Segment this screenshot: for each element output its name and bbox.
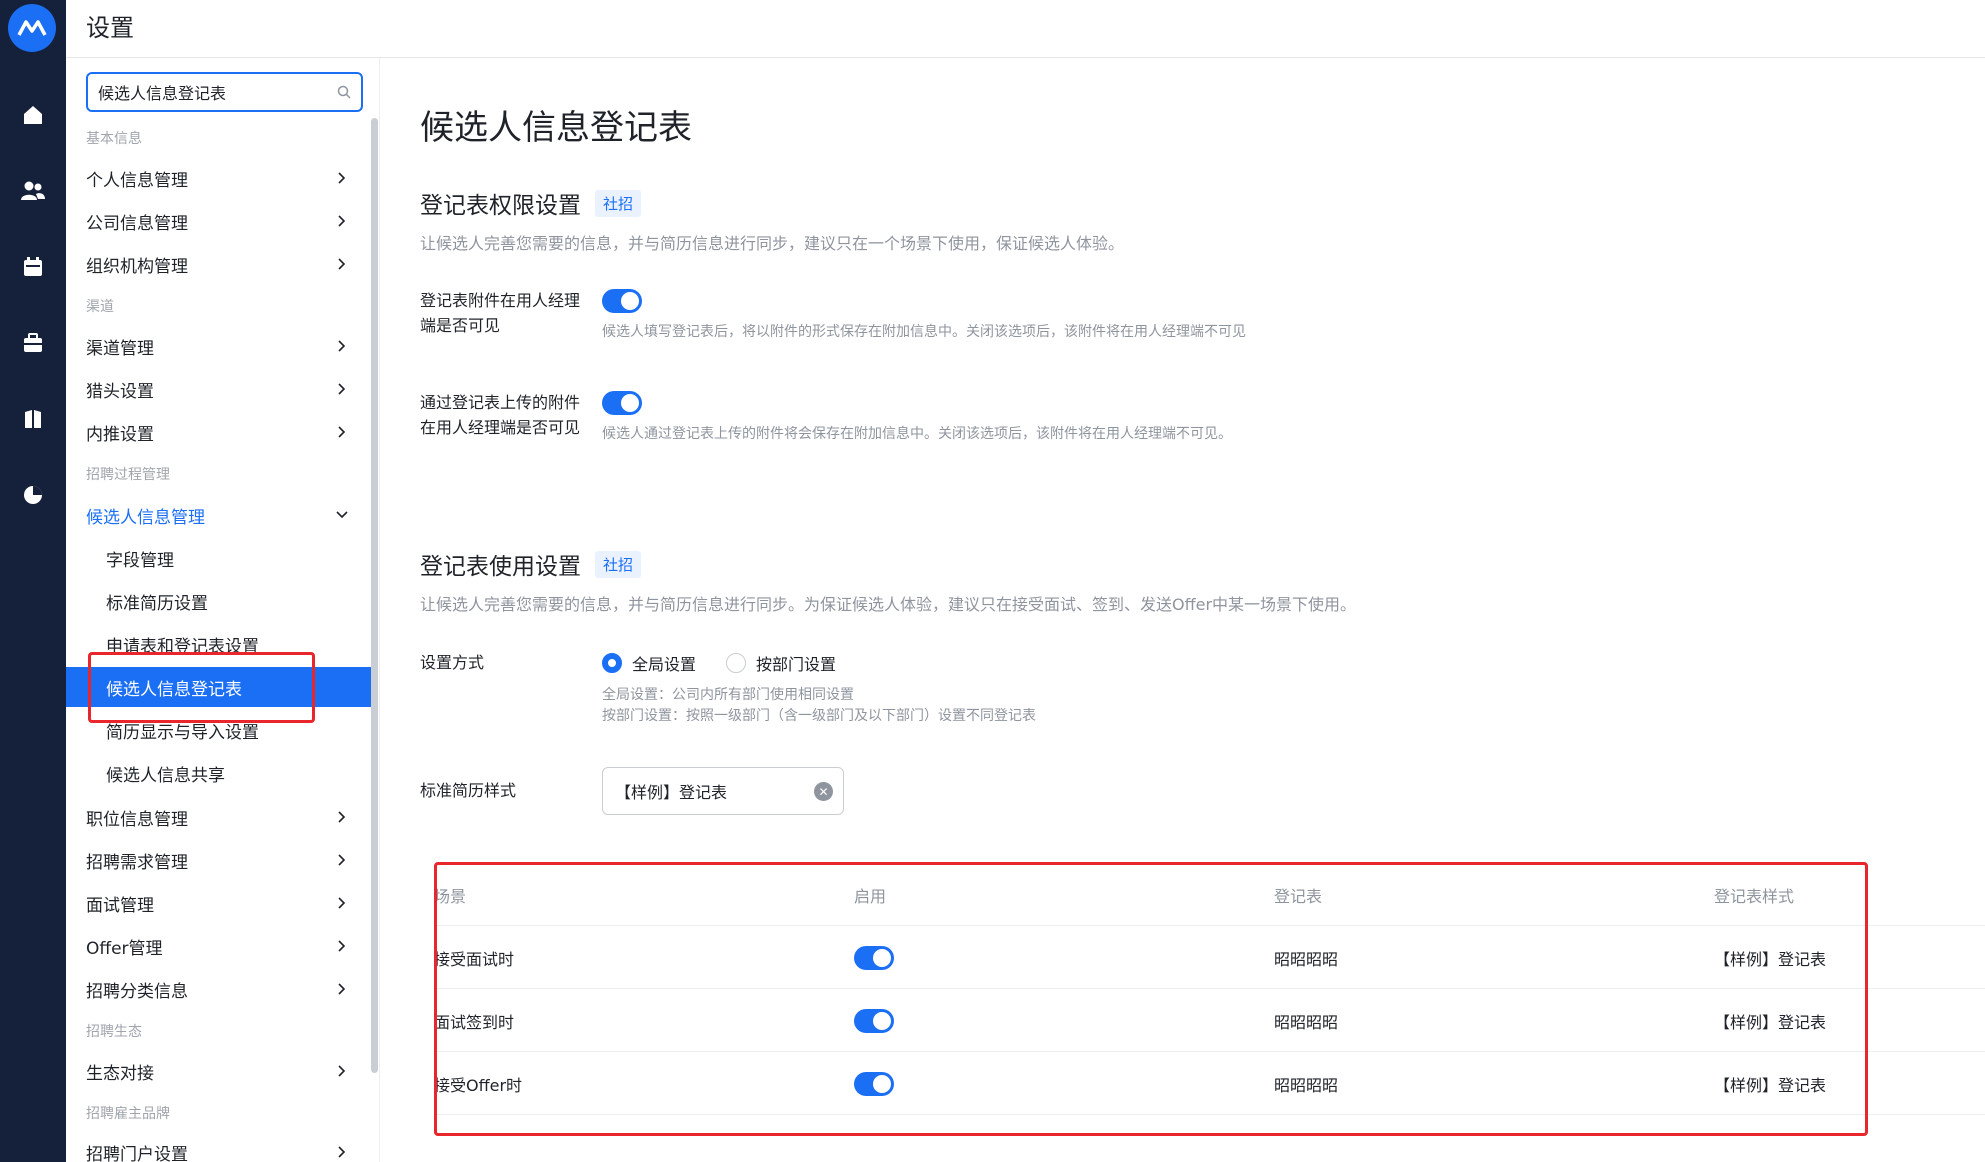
radio-unchecked-icon [726, 653, 746, 673]
table-highlight-box [434, 862, 1868, 1136]
sidebar-item-label: 候选人信息管理 [86, 507, 205, 528]
social-recruit-tag: 社招 [595, 550, 642, 578]
book-icon[interactable] [18, 404, 48, 434]
sidebar-item-demand[interactable]: 招聘需求管理 [86, 840, 348, 880]
sidebar-scrollbar[interactable] [371, 118, 378, 1073]
search-icon[interactable] [337, 84, 351, 103]
settings-sidebar: 基本信息 个人信息管理 公司信息管理 组织机构管理 渠道 渠道管理 猎头设置 内… [66, 58, 380, 1162]
option-note-upload-visible: 候选人通过登记表上传的附件将会保存在附加信息中。关闭该选项后，该附件将在用人经理… [602, 426, 1232, 442]
sidebar-item-candidate[interactable]: 候选人信息管理 [86, 495, 348, 535]
sidebar-item-label: 招聘门户设置 [86, 1144, 188, 1162]
option-label-attachment-visible: 登记表附件在用人经理端是否可见 [420, 291, 581, 335]
page-header-title: 设置 [86, 14, 134, 42]
mode-label: 设置方式 [420, 653, 485, 672]
sidebar-item-label: 内推设置 [86, 424, 154, 445]
sidebar-subitem-fields[interactable]: 字段管理 [106, 538, 174, 578]
sidebar-item-label: 招聘分类信息 [86, 981, 188, 1002]
sidebar-item-portal[interactable]: 招聘门户设置 [86, 1132, 348, 1162]
chevron-right-icon [336, 383, 348, 395]
chevron-right-icon [336, 854, 348, 866]
sidebar-item-category[interactable]: 招聘分类信息 [86, 969, 348, 1009]
sidebar-item-label: 个人信息管理 [86, 170, 188, 191]
group-label-basic: 基本信息 [86, 131, 142, 147]
chevron-right-icon [336, 215, 348, 227]
chevron-right-icon [336, 426, 348, 438]
pie-chart-icon[interactable] [18, 480, 48, 510]
social-recruit-tag: 社招 [595, 189, 642, 217]
logo-icon[interactable] [8, 4, 56, 52]
search-input[interactable] [98, 82, 328, 102]
style-label: 标准简历样式 [420, 781, 517, 800]
style-select-value: 【样例】登记表 [615, 783, 728, 802]
chevron-right-icon [336, 983, 348, 995]
main-content: 候选人信息登记表 登记表权限设置 社招 让候选人完善您需要的信息，并与简历信息进… [420, 58, 1985, 1162]
sidebar-item-label: 招聘需求管理 [86, 852, 188, 873]
home-icon[interactable] [18, 100, 48, 130]
sidebar-item-headhunter[interactable]: 猎头设置 [86, 369, 348, 409]
people-icon[interactable] [18, 176, 48, 206]
group-label-ecosystem: 招聘生态 [86, 1024, 142, 1040]
chevron-right-icon [336, 340, 348, 352]
sidebar-item-personal[interactable]: 个人信息管理 [86, 158, 348, 198]
section-desc-usage: 让候选人完善您需要的信息，并与简历信息进行同步。为保证候选人体验，建议只在接受面… [420, 595, 1357, 614]
radio-global[interactable]: 全局设置 [602, 651, 696, 675]
sidebar-item-label: 公司信息管理 [86, 213, 188, 234]
radio-checked-icon [602, 653, 622, 673]
option-note-attachment-visible: 候选人填写登记表后，将以附件的形式保存在附加信息中。关闭该选项后，该附件将在用人… [602, 324, 1246, 340]
group-label-channel: 渠道 [86, 299, 114, 315]
section-desc-permissions: 让候选人完善您需要的信息，并与简历信息进行同步，建议只在一个场景下使用，保证候选… [420, 234, 1125, 253]
chevron-right-icon [336, 172, 348, 184]
chevron-right-icon [336, 258, 348, 270]
style-select[interactable]: 【样例】登记表 ✕ [602, 767, 844, 815]
sidebar-item-channel[interactable]: 渠道管理 [86, 326, 348, 366]
mode-note-department: 按部门设置：按照一级部门（含一级部门及以下部门）设置不同登记表 [602, 708, 1036, 724]
highlight-box [88, 652, 315, 723]
chevron-right-icon [336, 1065, 348, 1077]
option-label-upload-visible: 通过登记表上传的附件在用人经理端是否可见 [420, 393, 581, 437]
calendar-icon[interactable] [18, 252, 48, 282]
group-label-brand: 招聘雇主品牌 [86, 1106, 170, 1122]
upload-visible-toggle[interactable] [602, 391, 642, 415]
sidebar-subitem-std-resume[interactable]: 标准简历设置 [106, 581, 208, 621]
sidebar-item-label: 渠道管理 [86, 338, 154, 359]
chevron-right-icon [336, 897, 348, 909]
mode-note-global: 全局设置：公司内所有部门使用相同设置 [602, 687, 854, 703]
sidebar-item-label: 生态对接 [86, 1063, 154, 1084]
sidebar-item-eco-connect[interactable]: 生态对接 [86, 1051, 348, 1091]
radio-by-department[interactable]: 按部门设置 [726, 651, 836, 675]
chevron-down-icon [336, 509, 348, 521]
section-title-permissions: 登记表权限设置 社招 [420, 186, 642, 220]
sidebar-item-referral[interactable]: 内推设置 [86, 412, 348, 452]
group-label-process: 招聘过程管理 [86, 467, 170, 483]
briefcase-icon[interactable] [18, 328, 48, 358]
app-rail [0, 0, 66, 1162]
chevron-right-icon [336, 940, 348, 952]
section-title-usage: 登记表使用设置 社招 [420, 547, 642, 581]
radio-label: 按部门设置 [756, 655, 837, 674]
radio-label: 全局设置 [632, 655, 697, 674]
chevron-right-icon [336, 811, 348, 823]
sidebar-item-interview[interactable]: 面试管理 [86, 883, 348, 923]
page-title: 候选人信息登记表 [420, 108, 692, 148]
sidebar-item-org[interactable]: 组织机构管理 [86, 244, 348, 284]
section-title-text: 登记表使用设置 [420, 554, 581, 580]
sidebar-item-position[interactable]: 职位信息管理 [86, 797, 348, 837]
sidebar-item-label: Offer管理 [86, 938, 163, 959]
attachment-visible-toggle[interactable] [602, 289, 642, 313]
sidebar-search[interactable] [86, 72, 363, 112]
sidebar-item-label: 组织机构管理 [86, 256, 188, 277]
sidebar-subitem-share[interactable]: 候选人信息共享 [106, 753, 225, 793]
chevron-right-icon [336, 1146, 348, 1158]
sidebar-item-label: 面试管理 [86, 895, 154, 916]
sidebar-item-label: 猎头设置 [86, 381, 154, 402]
clear-icon[interactable]: ✕ [814, 782, 833, 801]
sidebar-item-label: 职位信息管理 [86, 809, 188, 830]
sidebar-item-company[interactable]: 公司信息管理 [86, 201, 348, 241]
sidebar-item-offer[interactable]: Offer管理 [86, 926, 348, 966]
section-title-text: 登记表权限设置 [420, 193, 581, 219]
top-bar: 设置 [66, 0, 1985, 58]
